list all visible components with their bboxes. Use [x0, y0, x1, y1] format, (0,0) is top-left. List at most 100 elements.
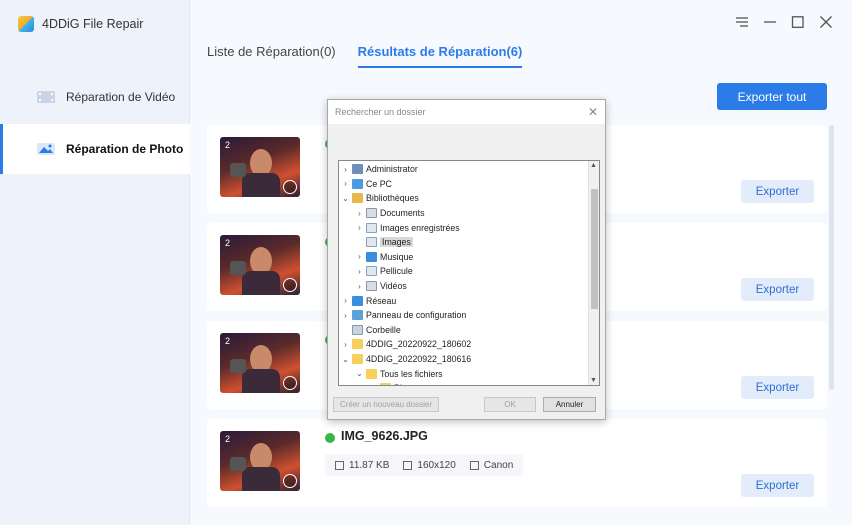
chevron-down-icon[interactable]: ⌄ [355, 369, 364, 378]
tree-item[interactable]: Corbeille [339, 323, 401, 338]
file-size: 11.87 KB [335, 460, 389, 471]
dialog-close-icon[interactable]: ✕ [588, 105, 598, 119]
chevron-right-icon[interactable]: › [355, 267, 364, 276]
tree-item[interactable]: Images [339, 235, 413, 250]
close-icon[interactable] [818, 14, 834, 30]
sidebar-item-photo-repair[interactable]: Réparation de Photo [0, 124, 190, 174]
thumbnail-camera [230, 261, 246, 275]
menu-icon[interactable] [734, 14, 750, 30]
file-resolution: 160x120 [403, 459, 456, 471]
tree-item[interactable]: ⌄ 4DDIG_20220922_180616 [339, 352, 471, 367]
tree-item[interactable]: › Pellicule [339, 264, 413, 279]
zoom-icon[interactable] [283, 474, 297, 488]
music-icon [366, 251, 377, 262]
tree-item[interactable]: ⌄ Bibliothèques [339, 191, 419, 206]
chevron-right-icon[interactable]: › [355, 282, 364, 291]
file-resolution-value: 160x120 [417, 459, 456, 471]
file-thumbnail[interactable]: 2 [220, 431, 300, 491]
tree-item[interactable]: ⌄ Tous les fichiers [339, 366, 443, 381]
export-button[interactable]: Exporter [741, 180, 814, 203]
tree-item-label: Bibliothèques [366, 193, 419, 204]
tree-item-label: Administrator [366, 164, 418, 175]
zoom-icon[interactable] [283, 180, 297, 194]
folder-icon [352, 354, 363, 365]
photo-icon [37, 143, 55, 155]
minimize-icon[interactable] [762, 14, 778, 30]
tree-item-label: Images [380, 237, 413, 248]
file-camera-value: Canon [483, 459, 514, 471]
thumbnail-camera [230, 457, 246, 471]
maximize-icon[interactable] [790, 14, 806, 30]
tree-item[interactable]: › Vidéos [339, 279, 407, 294]
sidebar-item-video-repair[interactable]: Réparation de Vidéo [0, 72, 190, 122]
export-button[interactable]: Exporter [741, 376, 814, 399]
chevron-right-icon[interactable]: › [355, 252, 364, 261]
chevron-right-icon[interactable]: › [355, 223, 364, 232]
zoom-icon[interactable] [283, 278, 297, 292]
thumbnail-body [242, 369, 280, 393]
tree-item[interactable]: › Réseau [339, 293, 396, 308]
tree-item[interactable]: › Administrator [339, 162, 418, 177]
file-name: IMG_9626.JPG [341, 429, 428, 443]
chevron-right-icon[interactable]: › [355, 209, 364, 218]
browse-folder-dialog: Rechercher un dossier ✕ › Administrator › C… [327, 99, 606, 420]
tree-item[interactable]: › Panneau de configuration [339, 308, 466, 323]
tab-repair-list[interactable]: Liste de Réparation(0) [207, 44, 336, 68]
sidebar-item-label: Réparation de Photo [66, 142, 184, 156]
thumbnail-body [242, 173, 280, 197]
scroll-down-icon[interactable]: ▼ [590, 377, 597, 384]
tree-item-label: Tous les fichiers [380, 368, 443, 379]
chevron-down-icon[interactable]: ⌄ [341, 355, 350, 364]
export-all-button[interactable]: Exporter tout [717, 83, 827, 110]
chevron-right-icon[interactable]: › [369, 384, 378, 385]
camera-icon [469, 460, 479, 470]
export-button[interactable]: Exporter [741, 278, 814, 301]
chevron-right-icon[interactable]: › [341, 311, 350, 320]
zoom-icon[interactable] [283, 376, 297, 390]
cancel-button[interactable]: Annuler [543, 397, 596, 412]
library-icon [352, 193, 363, 204]
tree-item-label: Pellicule [380, 266, 413, 277]
chevron-right-icon[interactable]: › [341, 165, 350, 174]
user-icon [352, 164, 363, 175]
new-folder-button[interactable]: Créer un nouveau dossier [333, 397, 439, 412]
sidebar-item-label: Réparation de Vidéo [66, 90, 176, 104]
thumbnail-body [242, 271, 280, 295]
app-title: 4DDiG File Repair [42, 17, 144, 31]
resize-icon [403, 460, 413, 470]
ok-button[interactable]: OK [484, 397, 536, 412]
chevron-right-icon[interactable]: › [341, 340, 350, 349]
tree-item[interactable]: › Musique [339, 250, 413, 265]
thumbnail-camera [230, 163, 246, 177]
file-thumbnail[interactable]: 2 [220, 333, 300, 393]
file-thumbnail[interactable]: 2 [220, 235, 300, 295]
dialog-title: Rechercher un dossier [335, 107, 426, 117]
document-icon [366, 208, 377, 219]
tree-item[interactable]: › Documents [339, 206, 425, 221]
chevron-right-icon[interactable]: › [341, 179, 350, 188]
tree-item[interactable]: › Images enregistrées [339, 220, 460, 235]
export-button[interactable]: Exporter [741, 474, 814, 497]
tree-item-label: 4DDIG_20220922_180616 [366, 354, 472, 365]
tree-item-label: Réseau [366, 295, 397, 306]
thumbnail-camera [230, 359, 246, 373]
file-thumbnail[interactable]: 2 [220, 137, 300, 197]
chevron-down-icon[interactable]: ⌄ [341, 194, 350, 203]
tab-repair-results[interactable]: Résultats de Réparation(6) [357, 44, 523, 68]
file-camera: Canon [469, 459, 514, 471]
tree-item[interactable]: › 4DDIG_20220922_180602 [339, 337, 471, 352]
chevron-right-icon[interactable]: › [341, 296, 350, 305]
tree-item[interactable]: › Ce PC [339, 177, 392, 192]
tree-item-label: Vidéos [380, 281, 407, 292]
app-logo-icon [18, 16, 34, 32]
image-icon [366, 222, 377, 233]
scrollbar-thumb[interactable] [591, 189, 598, 309]
scroll-up-icon[interactable]: ▲ [590, 162, 597, 169]
tree-scrollbar[interactable]: ▲ ▼ [588, 161, 599, 385]
results-scrollbar[interactable] [829, 125, 834, 390]
tree-item[interactable]: › Photo [339, 381, 417, 385]
folder-icon [352, 339, 363, 350]
folder-tree: › Administrator › Ce PC ⌄ Bibliothèques › Docum… [338, 160, 600, 386]
sidebar: 4DDiG File Repair Réparation de Vidéo Ré… [0, 0, 190, 525]
thumbnail-body [242, 467, 280, 491]
